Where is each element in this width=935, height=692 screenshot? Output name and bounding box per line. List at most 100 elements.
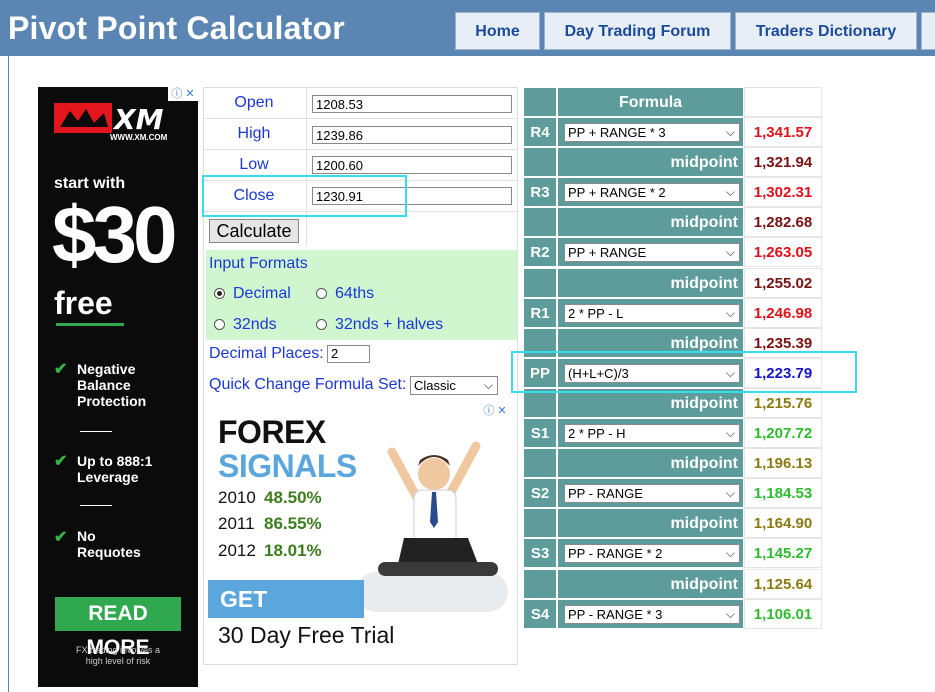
chevron-down-icon: ⌵ bbox=[725, 185, 735, 200]
formula-cell: PP + RANGE * 3 ⌵ bbox=[557, 117, 744, 147]
formula-select-r3[interactable]: PP + RANGE * 2 ⌵ bbox=[564, 183, 740, 203]
formula-cell: 2 * PP - L ⌵ bbox=[557, 297, 744, 328]
radio-label-decimal: Decimal bbox=[233, 285, 291, 302]
formula-select-s1[interactable]: 2 * PP - H ⌵ bbox=[564, 424, 740, 443]
midpoint-spacer bbox=[523, 508, 557, 539]
nav-day-trading-forum[interactable]: Day Trading Forum bbox=[544, 12, 731, 50]
high-input[interactable]: 1239.86 bbox=[312, 126, 512, 144]
column-divider bbox=[306, 212, 307, 246]
decimal-places-label: Decimal Places: bbox=[209, 345, 324, 362]
open-label: Open bbox=[234, 94, 274, 111]
formula-header: Formula bbox=[557, 87, 744, 117]
midpoint-value: 1,321.94 bbox=[744, 147, 822, 178]
radio-64ths[interactable] bbox=[316, 288, 327, 299]
formula-select-s2[interactable]: PP - RANGE ⌵ bbox=[564, 484, 740, 504]
chevron-down-icon: ⌵ bbox=[725, 486, 735, 501]
low-label: Low bbox=[239, 156, 269, 173]
forex-signals-advertisement[interactable]: ⓘ ✕ FOREX SIGNALS 2010 48.50% 2011 86.55… bbox=[208, 404, 510, 654]
formula-set-label: Quick Change Formula Set: bbox=[209, 376, 407, 393]
stat-pct: 86.55% bbox=[264, 514, 322, 533]
value-s3: 1,145.27 bbox=[744, 538, 822, 569]
midpoint-label: midpoint bbox=[557, 147, 744, 178]
chevron-down-icon: ⌵ bbox=[725, 426, 735, 440]
ad-divider bbox=[80, 505, 112, 506]
formula-cell: PP + RANGE ⌵ bbox=[557, 237, 744, 268]
formula-select-s3[interactable]: PP - RANGE * 2 ⌵ bbox=[564, 544, 740, 564]
formula-select-r4[interactable]: PP + RANGE * 3 ⌵ bbox=[564, 123, 740, 142]
radio-decimal[interactable] bbox=[214, 288, 225, 299]
low-input[interactable]: 1200.60 bbox=[312, 156, 512, 174]
formula-cell: PP - RANGE * 2 ⌵ bbox=[557, 538, 744, 569]
input-formats-title: Input Formats bbox=[209, 255, 308, 272]
midpoint-value: 1,125.64 bbox=[744, 568, 822, 599]
trader-with-laptop-icon bbox=[378, 441, 498, 576]
ad-feature-1: Negative Balance Protection bbox=[77, 361, 147, 409]
formula-select-r2[interactable]: PP + RANGE ⌵ bbox=[564, 243, 740, 263]
nav-more[interactable] bbox=[921, 12, 935, 50]
nav-traders-dictionary[interactable]: Traders Dictionary bbox=[735, 12, 917, 50]
chevron-down-icon: ⌵ bbox=[725, 546, 735, 561]
get-started-button[interactable]: GET STARTED bbox=[208, 580, 364, 650]
formula-set-select[interactable]: Classic ⌵ bbox=[410, 376, 498, 395]
level-r1: R1 bbox=[523, 297, 557, 328]
midpoint-label: midpoint bbox=[557, 267, 744, 298]
radio-32nds[interactable] bbox=[214, 319, 225, 330]
chevron-down-icon: ⌵ bbox=[483, 378, 493, 392]
radio-label-64ths: 64ths bbox=[335, 285, 375, 302]
midpoint-spacer bbox=[523, 568, 557, 599]
midpoint-label: midpoint bbox=[557, 448, 744, 479]
close-highlight bbox=[202, 175, 407, 217]
check-icon: ✔ bbox=[54, 361, 68, 378]
ad-disclaimer: FX trading involves a high level of risk bbox=[75, 645, 161, 666]
xm-advertisement[interactable]: ⓘ ✕ XM WWW.XM.COM start with $30 free ✔ … bbox=[38, 87, 198, 687]
value-r4: 1,341.57 bbox=[744, 117, 822, 147]
decimal-places-input[interactable]: 2 bbox=[327, 345, 370, 363]
free-trial-text: 30 Day Free Trial bbox=[218, 622, 395, 648]
midpoint-spacer bbox=[523, 267, 557, 298]
value-r2: 1,263.05 bbox=[744, 237, 822, 268]
stat-pct: 18.01% bbox=[264, 541, 322, 560]
formula-cell: PP - RANGE ⌵ bbox=[557, 478, 744, 509]
ad-feature-2: Up to 888:1 Leverage bbox=[77, 453, 153, 485]
ad-free-text: free bbox=[54, 285, 113, 321]
forex-title: FOREX bbox=[218, 414, 326, 450]
ad-choices-icon[interactable]: ⓘ ✕ bbox=[480, 404, 510, 418]
open-input[interactable]: 1208.53 bbox=[312, 95, 512, 113]
svg-text:XM: XM bbox=[112, 103, 164, 136]
ad-amount: $30 bbox=[52, 190, 178, 279]
level-s2: S2 bbox=[523, 478, 557, 509]
value-s4: 1,106.01 bbox=[744, 598, 822, 629]
midpoint-label: midpoint bbox=[557, 568, 744, 599]
level-r2: R2 bbox=[523, 237, 557, 268]
ad-choices-icon[interactable]: ⓘ ✕ bbox=[168, 87, 198, 101]
radio-32nds-halves[interactable] bbox=[316, 319, 327, 330]
level-s4: S4 bbox=[523, 598, 557, 629]
nav-home[interactable]: Home bbox=[455, 12, 540, 50]
radio-label-32nds: 32nds bbox=[233, 316, 277, 333]
level-r3: R3 bbox=[523, 177, 557, 208]
midpoint-label: midpoint bbox=[557, 508, 744, 539]
pp-highlight bbox=[511, 351, 857, 393]
value-s2: 1,184.53 bbox=[744, 478, 822, 509]
stat-pct: 48.50% bbox=[264, 488, 322, 507]
xm-url: WWW.XM.COM bbox=[110, 133, 168, 142]
formula-select-r1[interactable]: 2 * PP - L ⌵ bbox=[564, 303, 740, 323]
formula-cell: PP - RANGE * 3 ⌵ bbox=[557, 598, 744, 629]
level-r4: R4 bbox=[523, 117, 557, 147]
table-header-corner bbox=[523, 87, 557, 117]
ad-feature-3: No Requotes bbox=[77, 528, 141, 560]
midpoint-spacer bbox=[523, 207, 557, 238]
midpoint-label: midpoint bbox=[557, 207, 744, 238]
formula-cell: PP + RANGE * 2 ⌵ bbox=[557, 177, 744, 208]
midpoint-value: 1,164.90 bbox=[744, 508, 822, 539]
ad-divider bbox=[80, 431, 112, 432]
value-r1: 1,246.98 bbox=[744, 297, 822, 328]
calculate-button[interactable]: Calculate bbox=[209, 219, 299, 243]
read-more-button[interactable]: READ MORE bbox=[55, 597, 181, 659]
row-divider bbox=[204, 149, 517, 150]
formula-select-s4[interactable]: PP - RANGE * 3 ⌵ bbox=[564, 604, 740, 624]
midpoint-value: 1,196.13 bbox=[744, 448, 822, 479]
chevron-down-icon: ⌵ bbox=[725, 125, 735, 139]
value-s1: 1,207.72 bbox=[744, 418, 822, 448]
formula-cell: 2 * PP - H ⌵ bbox=[557, 418, 744, 448]
